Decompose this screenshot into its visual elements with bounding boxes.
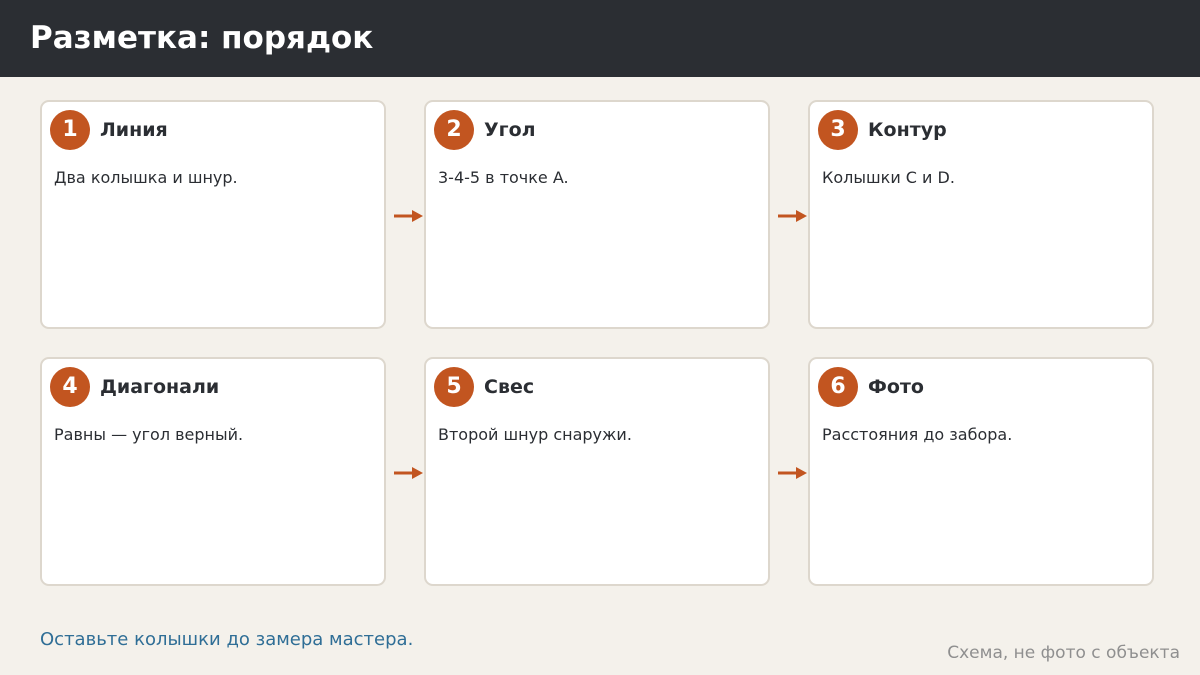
step-description: Расстояния до забора. xyxy=(822,425,1013,444)
step-description: Второй шнур снаружи. xyxy=(438,425,632,444)
arrow-right-icon xyxy=(394,210,423,222)
step-number-badge: 1 xyxy=(50,110,90,150)
step-title: Свес xyxy=(484,376,535,398)
step-description: Колышки C и D. xyxy=(822,168,955,187)
step-number-badge: 5 xyxy=(434,367,474,407)
step-title: Контур xyxy=(868,119,947,141)
step-card-1: 1 Линия Два колышка и шнур. xyxy=(40,100,386,329)
step-title: Линия xyxy=(100,119,168,141)
arrow-right-icon xyxy=(778,467,807,479)
step-description: Два колышка и шнур. xyxy=(54,168,238,187)
step-card-3: 3 Контур Колышки C и D. xyxy=(808,100,1154,329)
step-description: 3-4-5 в точке A. xyxy=(438,168,569,187)
step-card-6: 6 Фото Расстояния до забора. xyxy=(808,357,1154,586)
step-number-badge: 6 xyxy=(818,367,858,407)
step-title: Фото xyxy=(868,376,924,398)
step-title: Угол xyxy=(484,119,536,141)
arrow-right-icon xyxy=(778,210,807,222)
step-number-badge: 3 xyxy=(818,110,858,150)
step-title: Диагонали xyxy=(100,376,220,398)
step-card-4: 4 Диагонали Равны — угол верный. xyxy=(40,357,386,586)
step-description: Равны — угол верный. xyxy=(54,425,244,444)
step-card-5: 5 Свес Второй шнур снаружи. xyxy=(424,357,770,586)
step-number-badge: 2 xyxy=(434,110,474,150)
footer-caption: Схема, не фото с объекта xyxy=(947,643,1180,663)
footer-note: Оставьте колышки до замера мастера. xyxy=(40,629,414,650)
header-bar: Разметка: порядок xyxy=(0,0,1200,77)
step-card-2: 2 Угол 3-4-5 в точке A. xyxy=(424,100,770,329)
arrow-right-icon xyxy=(394,467,423,479)
page-title: Разметка: порядок xyxy=(30,20,374,56)
step-number-badge: 4 xyxy=(50,367,90,407)
